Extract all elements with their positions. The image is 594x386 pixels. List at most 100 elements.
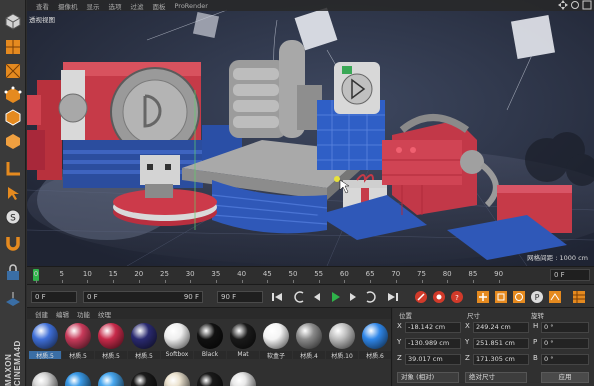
timeline-tick bbox=[293, 280, 294, 283]
texture-mode-icon[interactable] bbox=[2, 60, 24, 82]
size-field[interactable]: 171.305 cm bbox=[473, 354, 529, 365]
rotation-field[interactable]: 0 ° bbox=[541, 338, 589, 349]
viewport-menu-camera[interactable]: 摄像机 bbox=[58, 1, 78, 11]
timeline-tick bbox=[87, 280, 89, 283]
material-swatch[interactable] bbox=[32, 372, 58, 386]
scale-key-icon[interactable] bbox=[493, 289, 509, 305]
rotate-view-icon[interactable] bbox=[570, 0, 580, 10]
material-label: 材质.5 bbox=[29, 351, 61, 359]
go-to-start-icon[interactable] bbox=[269, 289, 285, 305]
coordinates-manager: 位置 尺寸 旋转 对象 (相对) 绝对尺寸 应用 X -18.142 cm X 249… bbox=[393, 308, 594, 386]
material-swatch[interactable] bbox=[230, 372, 256, 386]
record-keys-icon[interactable] bbox=[413, 289, 429, 305]
viewport-menu-panel[interactable]: 面板 bbox=[153, 1, 166, 11]
next-frame-icon[interactable] bbox=[345, 289, 361, 305]
timeline-tick-label: 40 bbox=[237, 270, 247, 278]
viewport-menu-options[interactable]: 选项 bbox=[109, 1, 122, 11]
svg-text:S: S bbox=[10, 214, 16, 224]
object-axis-handle[interactable] bbox=[334, 176, 340, 182]
timeline-tick-label: 50 bbox=[288, 270, 298, 278]
timeline-tick-label: 35 bbox=[211, 270, 221, 278]
start-frame-field[interactable]: 0 F bbox=[31, 291, 77, 303]
size-field[interactable]: 251.851 cm bbox=[473, 338, 529, 349]
timeline-tick-label: 55 bbox=[314, 270, 324, 278]
viewport-menubar: 查看 摄像机 显示 选项 过滤 面板 ProRender bbox=[27, 0, 594, 11]
next-key-icon[interactable] bbox=[363, 289, 379, 305]
material-swatch[interactable] bbox=[164, 372, 190, 386]
brand-text: MAXON CINEMA4D bbox=[4, 340, 22, 386]
timeline-tick-label: 45 bbox=[262, 270, 272, 278]
material-swatch bbox=[197, 323, 223, 349]
make-editable-icon[interactable] bbox=[2, 10, 24, 32]
timeline-ruler[interactable]: 0 5 10 15 20 25 30 35 40 45 50 55 60 65 70 75 80 85 90 0 F bbox=[27, 266, 594, 283]
material-menu-texture[interactable]: 纹理 bbox=[98, 309, 111, 319]
rotation-field[interactable]: 0 ° bbox=[541, 322, 589, 333]
material-swatch[interactable] bbox=[131, 372, 157, 386]
material-item[interactable]: 材质.6 bbox=[359, 321, 391, 361]
axis-mode-icon[interactable] bbox=[2, 158, 24, 180]
material-menu-function[interactable]: 功能 bbox=[77, 309, 90, 319]
position-field[interactable]: -18.142 cm bbox=[405, 322, 461, 333]
viewport-menu-filter[interactable]: 过滤 bbox=[131, 1, 144, 11]
grid-spacing-status: 网格间距 : 1000 cm bbox=[527, 254, 588, 262]
point-level-key-icon[interactable] bbox=[547, 289, 563, 305]
material-item[interactable]: Softbox bbox=[161, 321, 193, 361]
material-menu-edit[interactable]: 编辑 bbox=[56, 309, 69, 319]
3d-scene[interactable] bbox=[27, 0, 594, 266]
preview-range-slider[interactable]: 0 F 90 F bbox=[83, 291, 203, 303]
material-item[interactable]: 材质.4 bbox=[293, 321, 325, 361]
play-icon[interactable] bbox=[327, 289, 343, 305]
material-item[interactable]: 软盒子 bbox=[260, 321, 292, 361]
material-item[interactable]: 材质.5 bbox=[29, 321, 61, 361]
material-label: Softbox bbox=[161, 351, 193, 359]
go-to-end-icon[interactable] bbox=[385, 289, 401, 305]
material-item[interactable]: 材质.5 bbox=[128, 321, 160, 361]
material-item[interactable]: 材质.5 bbox=[95, 321, 127, 361]
material-swatch[interactable] bbox=[197, 372, 223, 386]
keyframe-selection-icon[interactable]: ? bbox=[449, 289, 465, 305]
rotation-field[interactable]: 0 ° bbox=[541, 354, 589, 365]
material-item[interactable]: 材质.5 bbox=[62, 321, 94, 361]
maximize-view-icon[interactable] bbox=[582, 0, 592, 10]
snap-icon[interactable]: S bbox=[2, 206, 24, 228]
tweak-mode-icon[interactable] bbox=[2, 182, 24, 204]
lock-workplane-icon[interactable] bbox=[2, 262, 24, 284]
rotation-key-icon[interactable] bbox=[511, 289, 527, 305]
points-mode-icon[interactable] bbox=[2, 84, 24, 106]
current-frame-field[interactable]: 0 F bbox=[550, 269, 590, 281]
material-swatch[interactable] bbox=[98, 372, 124, 386]
magnet-icon[interactable] bbox=[2, 232, 24, 254]
rotation-axis-label: B bbox=[533, 354, 538, 362]
viewport-menu-view[interactable]: 查看 bbox=[36, 1, 49, 11]
timeline-window-icon[interactable] bbox=[571, 289, 587, 305]
coordinate-mode-select[interactable]: 对象 (相对) bbox=[397, 372, 459, 383]
parameter-key-icon[interactable]: P bbox=[529, 289, 545, 305]
material-swatch[interactable] bbox=[65, 372, 91, 386]
position-field[interactable]: -130.989 cm bbox=[405, 338, 461, 349]
material-menu-create[interactable]: 创建 bbox=[35, 309, 48, 319]
viewport-menu-prorender[interactable]: ProRender bbox=[175, 2, 208, 10]
end-frame-field[interactable]: 90 F bbox=[217, 291, 263, 303]
workplane-icon[interactable] bbox=[2, 288, 24, 310]
previous-key-icon[interactable] bbox=[291, 289, 307, 305]
apply-button[interactable]: 应用 bbox=[541, 372, 589, 383]
perspective-viewport[interactable]: 查看 摄像机 显示 选项 过滤 面板 ProRender 透视视图 网格间距 :… bbox=[27, 0, 594, 266]
polygons-mode-icon[interactable] bbox=[2, 130, 24, 152]
viewport-menu-display[interactable]: 显示 bbox=[87, 1, 100, 11]
material-item[interactable]: Mat bbox=[227, 321, 259, 361]
material-item[interactable]: 材质.10 bbox=[326, 321, 358, 361]
edges-mode-icon[interactable] bbox=[2, 106, 24, 128]
autokey-icon[interactable] bbox=[431, 289, 447, 305]
softbox-light-2 bbox=[510, 14, 556, 60]
move-view-icon[interactable] bbox=[558, 0, 568, 10]
position-key-icon[interactable] bbox=[475, 289, 491, 305]
model-mode-icon[interactable] bbox=[2, 36, 24, 58]
material-item[interactable]: Black bbox=[194, 321, 226, 361]
timeline-tick bbox=[370, 280, 372, 283]
size-field[interactable]: 249.24 cm bbox=[473, 322, 529, 333]
previous-frame-icon[interactable] bbox=[309, 289, 325, 305]
position-field[interactable]: 39.017 cm bbox=[405, 354, 461, 365]
size-mode-select[interactable]: 绝对尺寸 bbox=[465, 372, 527, 383]
timeline-tick bbox=[36, 280, 37, 283]
position-header: 位置 bbox=[399, 312, 412, 320]
